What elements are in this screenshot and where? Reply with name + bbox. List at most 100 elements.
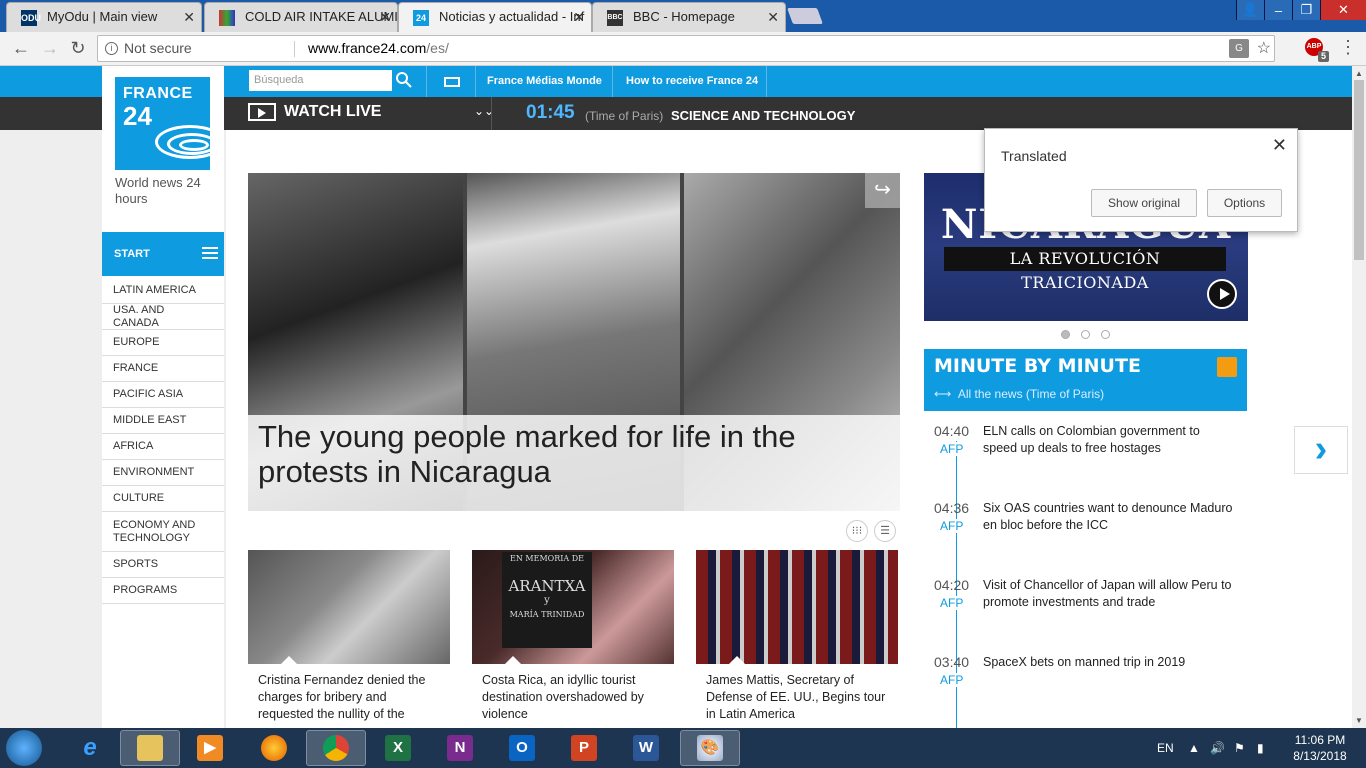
windows-start-icon[interactable] [6, 730, 42, 766]
france24-favicon-icon: 24 [413, 10, 429, 26]
scroll-up-icon[interactable]: ▲ [1355, 69, 1363, 78]
scroll-thumb[interactable] [1354, 80, 1364, 260]
language-indicator[interactable]: EN [1157, 728, 1174, 768]
story-title[interactable]: Costa Rica, an idyllic tourist destinati… [482, 672, 668, 723]
carousel-dot[interactable] [1101, 330, 1110, 339]
hero-title[interactable]: The young people marked for life in the … [258, 419, 878, 489]
story-image [696, 550, 898, 664]
divider [491, 97, 492, 130]
story-card[interactable]: EN MEMORIA DE ARANTXA y MARÍA TRINIDAD C… [472, 550, 674, 728]
action-center-icon[interactable]: ⚑ [1234, 728, 1245, 768]
list-view-icon[interactable]: ☰ [874, 520, 896, 542]
multicolor-favicon-icon [219, 10, 235, 26]
show-hidden-icons-icon[interactable]: ▲ [1188, 728, 1200, 768]
tab-title: MyOdu | Main view [47, 9, 158, 24]
nav-culture[interactable]: CULTURE [102, 486, 224, 512]
close-icon[interactable]: ✕ [1272, 135, 1287, 156]
story-card[interactable]: James Mattis, Secretary of Defense of EE… [696, 550, 898, 728]
carousel-dot[interactable] [1061, 330, 1070, 339]
nav-sports[interactable]: SPORTS [102, 552, 224, 578]
maximize-icon[interactable]: ❐ [1292, 0, 1320, 20]
internet-explorer-icon[interactable]: e [60, 730, 120, 766]
excel-icon[interactable]: X [368, 730, 428, 766]
nav-usa-canada[interactable]: USA. AND CANADA [102, 304, 224, 330]
story-image: EN MEMORIA DE ARANTXA y MARÍA TRINIDAD [472, 550, 674, 664]
close-icon[interactable]: ✕ [573, 3, 585, 31]
all-news-link[interactable]: ⟷ All the news (Time of Paris) [934, 387, 1104, 401]
tab-bbc[interactable]: BBC BBC - Homepage ✕ [592, 2, 786, 32]
translate-icon[interactable]: G [1229, 39, 1249, 58]
firefox-icon[interactable] [244, 730, 304, 766]
current-program[interactable]: SCIENCE AND TECHNOLOGY [671, 108, 855, 123]
reload-icon[interactable]: ↻ [66, 38, 90, 59]
search-icon[interactable] [395, 71, 413, 89]
close-icon[interactable]: ✕ [379, 3, 391, 31]
nav-africa[interactable]: AFRICA [102, 434, 224, 460]
paint-icon[interactable]: 🎨 [680, 730, 740, 766]
onenote-icon[interactable]: N [430, 730, 490, 766]
france24-logo[interactable]: FRANCE 24 [115, 77, 210, 170]
bookmark-star-icon[interactable]: ☆ [1257, 36, 1271, 61]
watch-live-button[interactable]: WATCH LIVE [248, 103, 381, 121]
browser-menu-icon[interactable]: ⋮ [1339, 38, 1357, 56]
show-original-button[interactable]: Show original [1091, 189, 1197, 217]
story-card[interactable]: Cristina Fernandez denied the charges fo… [248, 550, 450, 728]
hero-caption: The young people marked for life in the … [248, 415, 900, 511]
carousel-dot[interactable] [1081, 330, 1090, 339]
window-close-icon[interactable]: ✕ [1320, 0, 1366, 20]
word-icon[interactable]: W [616, 730, 676, 766]
nav-france[interactable]: FRANCE [102, 356, 224, 382]
scrollbar[interactable]: ▲ ▼ [1352, 66, 1366, 728]
link-how-to-receive[interactable]: How to receive France 24 [626, 66, 758, 97]
grid-view-icon[interactable]: ⁝⁝⁝ [846, 520, 868, 542]
hero-story[interactable]: The young people marked for life in the … [248, 173, 900, 511]
search-input[interactable]: Búsqueda [249, 70, 392, 91]
forward-icon[interactable]: → [38, 38, 62, 59]
windows-taskbar: e ▶ X N O P W 🎨 EN ▲ 🔊 ⚑ ▮ 11:06 PM 8/13… [0, 728, 1366, 768]
options-button[interactable]: Options [1207, 189, 1282, 217]
file-explorer-icon[interactable] [120, 730, 180, 766]
story-title[interactable]: James Mattis, Secretary of Defense of EE… [706, 672, 892, 723]
link-france-medias-monde[interactable]: France Médias Monde [487, 66, 602, 97]
start-menu-button[interactable]: START [102, 232, 224, 276]
user-icon[interactable]: 👤 [1236, 0, 1264, 20]
nav-pacific-asia[interactable]: PACIFIC ASIA [102, 382, 224, 408]
outlook-icon[interactable]: O [492, 730, 552, 766]
volume-icon[interactable]: 🔊 [1210, 728, 1225, 768]
promo-subtitle: LA REVOLUCIÓN TRAICIONADA [944, 247, 1226, 292]
system-clock[interactable]: 11:06 PM 8/13/2018 [1280, 732, 1360, 764]
url-text[interactable]: www.france24.com/es/ [308, 36, 449, 61]
minimize-icon[interactable]: – [1264, 0, 1292, 20]
powerpoint-icon[interactable]: P [554, 730, 614, 766]
mail-icon[interactable] [444, 77, 460, 87]
network-icon[interactable]: ▮ [1257, 728, 1264, 768]
nav-environment[interactable]: ENVIRONMENT [102, 460, 224, 486]
play-icon[interactable] [1207, 279, 1237, 309]
address-bar[interactable]: i Not secure www.france24.com/es/ G ☆ [97, 35, 1275, 62]
tab-myodu[interactable]: ODU MyOdu | Main view ✕ [6, 2, 202, 32]
close-icon[interactable]: ✕ [183, 3, 195, 31]
memorial-sign: EN MEMORIA DE ARANTXA y MARÍA TRINIDAD [502, 552, 592, 648]
share-icon[interactable]: ↪ [865, 173, 900, 208]
nav-europe[interactable]: EUROPE [102, 330, 224, 356]
tab-france24[interactable]: 24 Noticias y actualidad - Inf ✕ [398, 2, 592, 32]
scroll-down-icon[interactable]: ▼ [1355, 716, 1363, 725]
info-icon[interactable]: i [105, 42, 118, 55]
tv-icon [248, 103, 276, 121]
media-player-icon[interactable]: ▶ [180, 730, 240, 766]
next-arrow-button[interactable]: › [1294, 426, 1348, 474]
rss-icon[interactable] [1217, 357, 1237, 377]
adblock-extension-icon[interactable]: ABP 5 [1305, 38, 1329, 62]
nav-middle-east[interactable]: MIDDLE EAST [102, 408, 224, 434]
chrome-icon[interactable] [306, 730, 366, 766]
nav-latin-america[interactable]: LATIN AMERICA [102, 278, 224, 304]
back-icon[interactable]: ← [9, 38, 33, 59]
close-icon[interactable]: ✕ [767, 3, 779, 31]
new-tab-button[interactable] [787, 8, 823, 24]
tab-cold-air-intake[interactable]: COLD AIR INTAKE ALUMI ✕ [204, 2, 398, 32]
tab-title: Noticias y actualidad - Inf [439, 9, 585, 24]
story-title[interactable]: Cristina Fernandez denied the charges fo… [258, 672, 444, 723]
nav-programs[interactable]: PROGRAMS [102, 578, 224, 604]
nav-economy-technology[interactable]: ECONOMY AND TECHNOLOGY [102, 512, 224, 552]
minute-by-minute-header: MINUTE BY MINUTE ⟷ All the news (Time of… [924, 349, 1247, 411]
